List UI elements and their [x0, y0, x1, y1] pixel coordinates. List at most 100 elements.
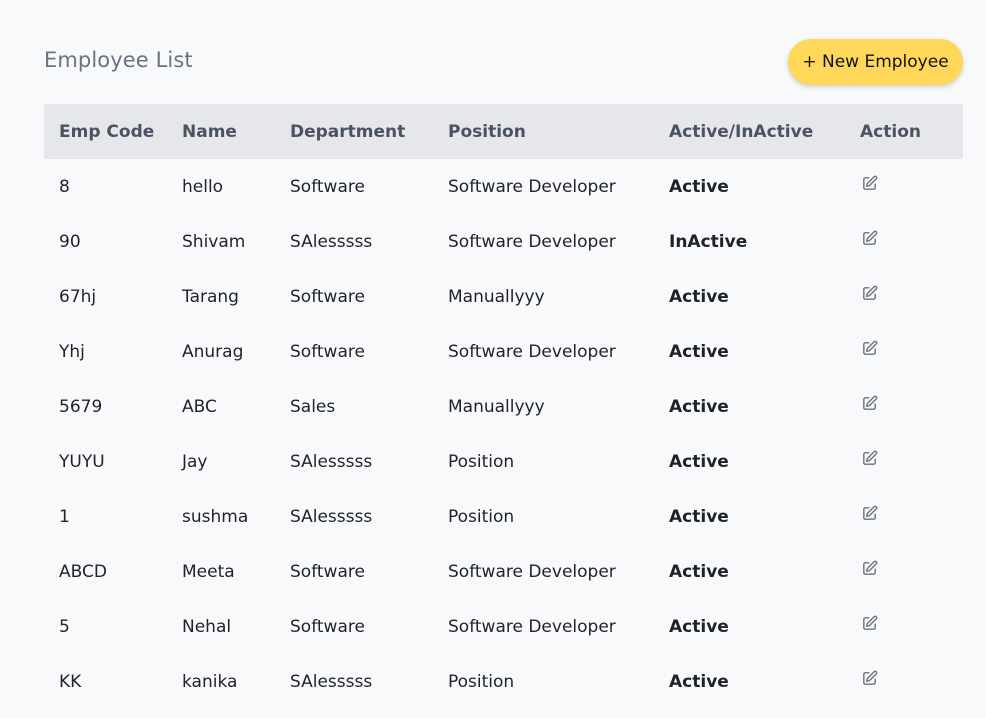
edit-button[interactable]: [860, 449, 878, 467]
edit-button[interactable]: [860, 229, 878, 247]
edit-icon: [862, 340, 877, 355]
department-cell: SAlesssss: [290, 231, 373, 252]
table-row: 5 Nehal Software Software Developer Active: [44, 599, 963, 654]
position-cell: Software Developer: [448, 176, 616, 197]
table-row: 8 hello Software Software Developer Active: [44, 159, 963, 214]
edit-button[interactable]: [860, 284, 878, 302]
edit-icon: [862, 505, 877, 520]
emp-code-cell: KK: [59, 671, 82, 692]
table-row: Yhj Anurag Software Software Developer Activ…: [44, 324, 963, 379]
edit-button[interactable]: [860, 504, 878, 522]
status-cell: InActive: [669, 231, 748, 252]
table-row: YUYU Jay SAlesssss Position Active: [44, 434, 963, 489]
column-header-name: Name: [182, 121, 237, 142]
department-cell: Software: [290, 176, 365, 197]
edit-icon: [862, 285, 877, 300]
status-cell: Active: [669, 451, 729, 472]
table-header-row: Emp Code Name Department Position Active…: [44, 104, 963, 159]
department-cell: Software: [290, 286, 365, 307]
column-header-position: Position: [448, 121, 526, 142]
employee-name-cell: Nehal: [182, 616, 232, 637]
action-cell: [860, 324, 963, 379]
employee-name-cell: kanika: [182, 671, 238, 692]
emp-code-cell: 90: [59, 231, 81, 252]
emp-code-cell: 67hj: [59, 286, 97, 307]
status-cell: Active: [669, 286, 729, 307]
employee-name-cell: Anurag: [182, 341, 244, 362]
emp-code-cell: YUYU: [59, 451, 105, 472]
action-cell: [860, 544, 963, 599]
edit-icon: [862, 670, 877, 685]
department-cell: SAlesssss: [290, 671, 373, 692]
edit-button[interactable]: [860, 174, 878, 192]
table-row: 5679 ABC Sales Manuallyyy Active: [44, 379, 963, 434]
table-row: 67hj Tarang Software Manuallyyy Active: [44, 269, 963, 324]
action-cell: [860, 159, 963, 214]
employee-table: Emp Code Name Department Position Active…: [44, 104, 963, 709]
department-cell: Sales: [290, 396, 336, 417]
position-cell: Manuallyyy: [448, 286, 545, 307]
status-cell: Active: [669, 616, 729, 637]
edit-button[interactable]: [860, 559, 878, 577]
emp-code-cell: 5: [59, 616, 70, 637]
action-cell: [860, 654, 963, 709]
table-header: Emp Code Name Department Position Active…: [44, 104, 963, 159]
employee-name-cell: hello: [182, 176, 224, 197]
employee-list-page: Employee List + New Employee Emp Code Na…: [0, 0, 986, 718]
page-title: Employee List: [44, 48, 193, 72]
table-row: 1 sushma SAlesssss Position Active: [44, 489, 963, 544]
status-cell: Active: [669, 506, 729, 527]
column-header-department: Department: [290, 121, 406, 142]
emp-code-cell: 8: [59, 176, 70, 197]
department-cell: SAlesssss: [290, 451, 373, 472]
status-cell: Active: [669, 341, 729, 362]
table-body: 8 hello Software Software Developer Active 90…: [44, 159, 963, 709]
status-cell: Active: [669, 176, 729, 197]
edit-icon: [862, 175, 877, 190]
status-cell: Active: [669, 561, 729, 582]
edit-icon: [862, 395, 877, 410]
action-cell: [860, 214, 963, 269]
department-cell: Software: [290, 616, 365, 637]
edit-button[interactable]: [860, 669, 878, 687]
table-row: 90 Shivam SAlesssss Software Developer InAct…: [44, 214, 963, 269]
department-cell: Software: [290, 561, 365, 582]
emp-code-cell: 1: [59, 506, 70, 527]
table-row: KK kanika SAlesssss Position Active: [44, 654, 963, 709]
position-cell: Software Developer: [448, 341, 616, 362]
column-header-action: Action: [860, 121, 921, 142]
status-cell: Active: [669, 671, 729, 692]
action-cell: [860, 434, 963, 489]
action-cell: [860, 489, 963, 544]
department-cell: SAlesssss: [290, 506, 373, 527]
action-cell: [860, 599, 963, 654]
position-cell: Software Developer: [448, 231, 616, 252]
status-cell: Active: [669, 396, 729, 417]
page-header: Employee List + New Employee: [44, 38, 963, 88]
emp-code-cell: ABCD: [59, 561, 107, 582]
employee-name-cell: Shivam: [182, 231, 246, 252]
position-cell: Software Developer: [448, 561, 616, 582]
position-cell: Software Developer: [448, 616, 616, 637]
emp-code-cell: 5679: [59, 396, 103, 417]
employee-name-cell: sushma: [182, 506, 249, 527]
edit-icon: [862, 560, 877, 575]
emp-code-cell: Yhj: [59, 341, 85, 362]
position-cell: Position: [448, 506, 515, 527]
column-header-emp-code: Emp Code: [59, 121, 155, 142]
edit-icon: [862, 615, 877, 630]
employee-name-cell: ABC: [182, 396, 217, 417]
position-cell: Position: [448, 671, 515, 692]
position-cell: Manuallyyy: [448, 396, 545, 417]
employee-name-cell: Jay: [182, 451, 208, 472]
position-cell: Position: [448, 451, 515, 472]
action-cell: [860, 379, 963, 434]
edit-button[interactable]: [860, 394, 878, 412]
edit-button[interactable]: [860, 614, 878, 632]
edit-button[interactable]: [860, 339, 878, 357]
department-cell: Software: [290, 341, 365, 362]
employee-name-cell: Meeta: [182, 561, 235, 582]
column-header-status: Active/InActive: [669, 121, 814, 142]
employee-name-cell: Tarang: [182, 286, 239, 307]
new-employee-button[interactable]: + New Employee: [788, 39, 963, 85]
